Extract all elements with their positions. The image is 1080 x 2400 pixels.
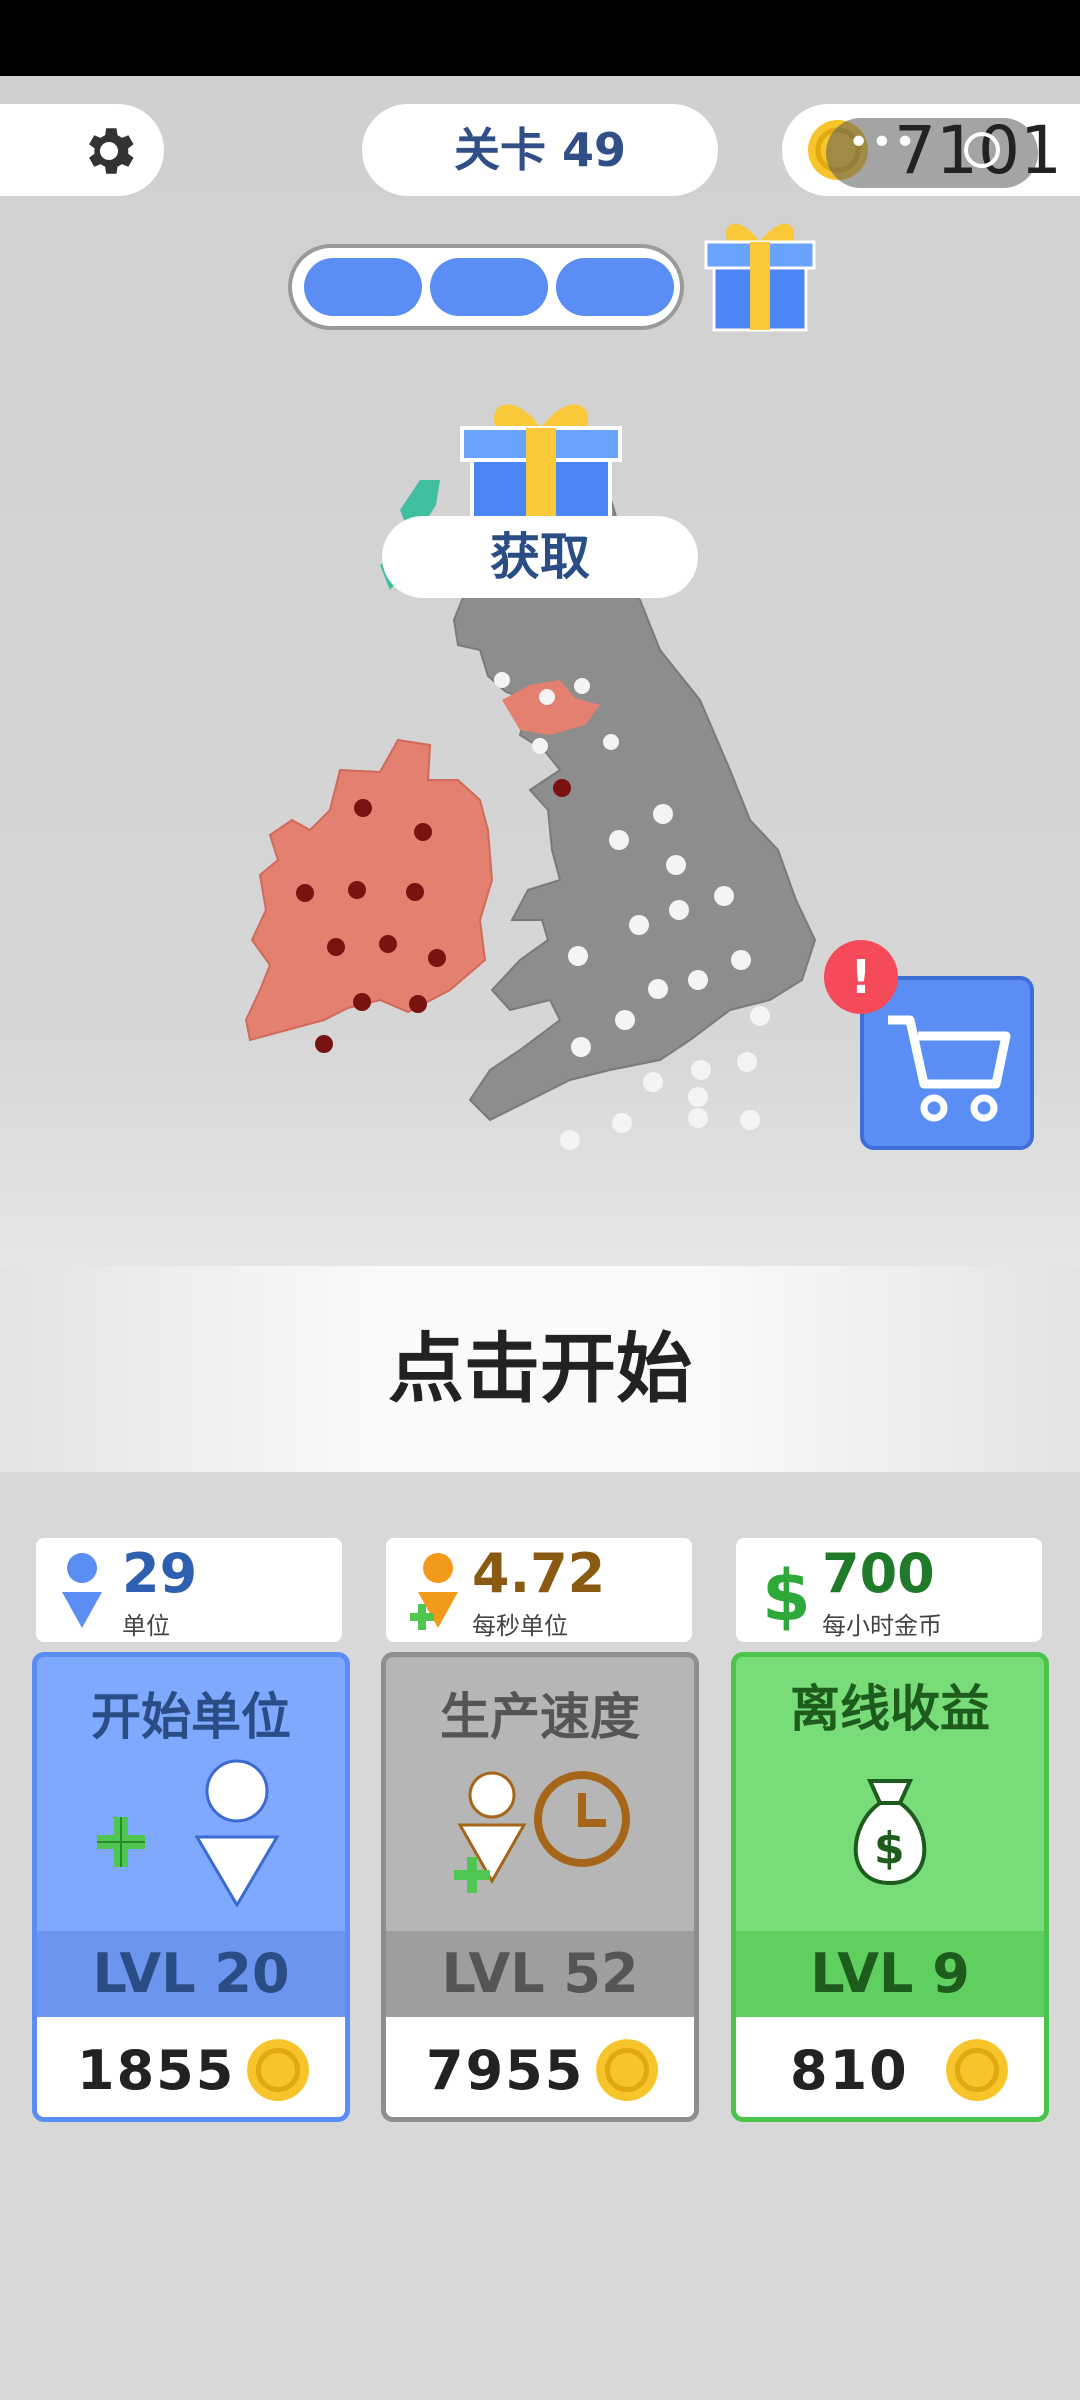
upgrade-offline-earnings-card[interactable]: 离线收益 $ LVL 9 810 [731,1652,1049,2122]
upgrade-cost-value: 810 [790,2039,909,2102]
claim-button[interactable]: 获取 [382,516,698,598]
upgrade-start-units-card[interactable]: 开始单位 LVL 20 1855 [32,1652,350,2122]
coin-icon [247,2039,309,2101]
progress-segment [304,258,422,316]
status-bar [0,0,1080,76]
speed-clock-icon [454,1771,630,1893]
svg-text:$: $ [762,1555,808,1632]
coin-icon [596,2039,658,2101]
upgrade-cost-value: 7955 [426,2039,585,2102]
progress-segment [556,258,674,316]
stat-speed: 4.72 每秒单位 [386,1538,692,1642]
dollar-icon: $ [762,1555,808,1632]
upgrade-level: LVL 52 [386,1931,694,2017]
upgrade-level: LVL 9 [736,1931,1044,2017]
stat-units-label: 单位 [122,1612,170,1640]
upgrade-level: LVL 20 [37,1931,345,2017]
stat-units: 29 单位 [36,1538,342,1642]
level-indicator: 关卡 49 [362,104,718,196]
svg-text:$: $ [874,1823,905,1874]
coin-icon [946,2039,1008,2101]
coin-counter: ••• 7101 [782,104,1080,196]
upgrade-title: 开始单位 [91,1688,291,1746]
record-ring-icon [964,132,1000,168]
upgrade-title: 生产速度 [440,1688,640,1746]
unit-icon [62,1553,102,1628]
upgrade-cost[interactable]: 810 [736,2017,1044,2117]
stat-speed-value: 4.72 [472,1542,606,1605]
stat-speed-label: 每秒单位 [472,1612,568,1640]
ireland-region [244,738,494,1042]
stat-units-value: 29 [122,1542,198,1605]
upgrade-cost[interactable]: 1855 [37,2017,345,2117]
upgrade-title: 离线收益 [790,1680,990,1738]
cart-icon [888,1015,1011,1122]
level-progress-bar [288,244,684,330]
unit-speed-icon [410,1553,458,1630]
money-bag-icon: $ [853,1779,927,1886]
progress-segment [430,258,548,316]
stat-offline: $ 700 每小时金币 [736,1538,1042,1642]
stat-offline-value: 700 [822,1542,935,1605]
upgrade-production-speed-card[interactable]: 生产速度 LVL 52 7955 [381,1652,699,2122]
tap-to-start-button[interactable]: 点击开始 [0,1266,1080,1472]
settings-button[interactable] [0,104,164,196]
stat-offline-label: 每小时金币 [822,1612,942,1640]
add-unit-icon [97,1759,280,1907]
reward-gift-icon[interactable] [698,212,822,336]
gear-icon [89,128,134,174]
upgrade-cost-value: 1855 [77,2039,236,2102]
upgrade-cost[interactable]: 7955 [386,2017,694,2117]
shop-alert-badge: ! [824,940,898,1014]
